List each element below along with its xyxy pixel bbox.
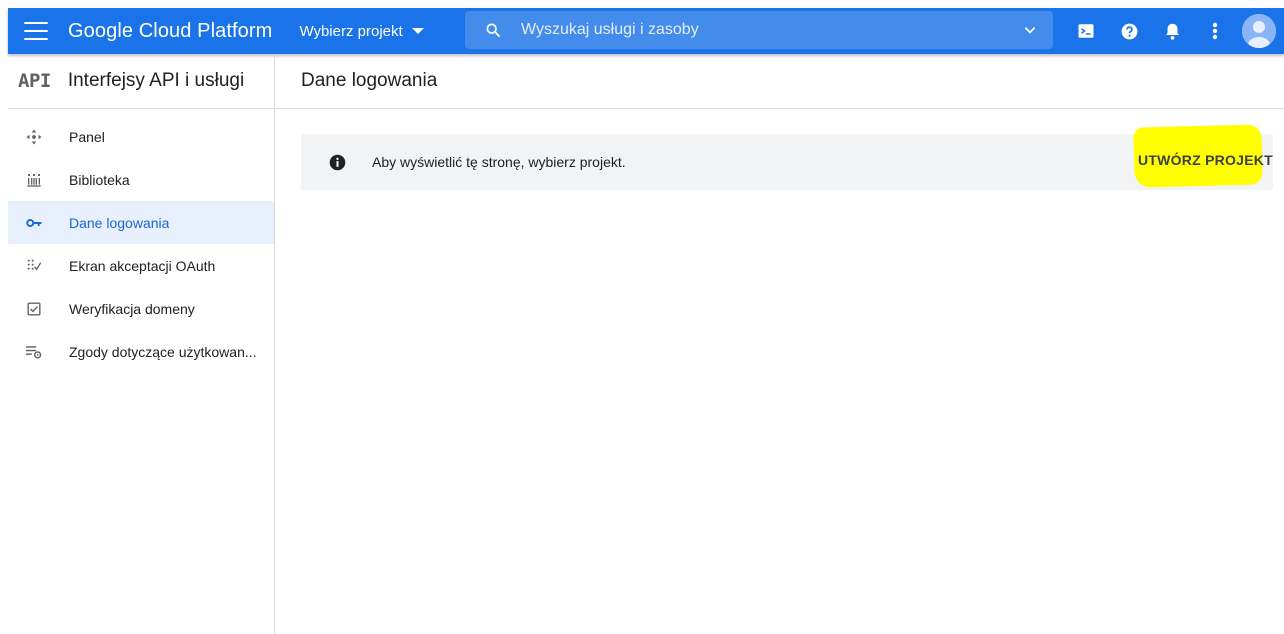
more-vert-icon[interactable] (1205, 21, 1225, 41)
sidebar-nav: Panel Biblioteka Dane logowania Ekran ak… (8, 115, 274, 373)
project-picker-label: Wybierz projekt (299, 22, 403, 40)
sidebar-item-domain-verification[interactable]: Weryfikacja domeny (8, 287, 274, 330)
search-bar[interactable] (465, 11, 1053, 49)
sidebar-title: Interfejsy API i usługi (67, 70, 245, 91)
page-title: Dane logowania (301, 70, 438, 91)
sidebar-item-label: Biblioteka (69, 171, 130, 188)
main-header: Dane logowania (276, 54, 1284, 109)
sidebar-item-label: Dane logowania (69, 214, 170, 231)
sidebar-item-panel[interactable]: Panel (8, 115, 274, 158)
project-picker[interactable]: Wybierz projekt (299, 22, 424, 40)
dashboard-icon (25, 128, 43, 146)
sidebar-item-label: Weryfikacja domeny (69, 300, 195, 317)
sidebar-item-label: Zgody dotyczące użytkowan... (69, 343, 257, 360)
api-logo: API (18, 70, 51, 92)
create-project-button[interactable]: UTWÓRZ PROJEKT (1138, 142, 1273, 178)
bell-icon[interactable] (1162, 21, 1182, 41)
terminal-icon[interactable] (1076, 21, 1096, 41)
search-input[interactable] (521, 11, 1001, 49)
sidebar: API Interfejsy API i usługi Panel Biblio… (8, 54, 275, 634)
checkbox-icon (25, 300, 43, 318)
info-banner: Aby wyświetlić tę stronę, wybierz projek… (301, 124, 1273, 190)
menu-icon[interactable] (24, 22, 48, 40)
oauth-icon (25, 257, 43, 275)
sidebar-item-oauth-consent[interactable]: Ekran akceptacji OAuth (8, 244, 274, 287)
info-icon (329, 154, 346, 170)
banner-message: Aby wyświetlić tę stronę, wybierz projek… (372, 154, 626, 170)
brand-title[interactable]: Google Cloud Platform (68, 20, 272, 43)
sidebar-item-library[interactable]: Biblioteka (8, 158, 274, 201)
chevron-down-icon[interactable] (1023, 23, 1037, 37)
sidebar-item-label: Panel (69, 128, 105, 145)
account-avatar[interactable] (1242, 14, 1276, 48)
main-content: Dane logowania Aby wyświetlić tę stronę,… (276, 54, 1284, 634)
sidebar-header: API Interfejsy API i usługi (8, 54, 274, 109)
top-actions (1053, 8, 1284, 54)
key-icon (25, 214, 43, 232)
search-icon (486, 23, 500, 37)
settings-list-icon (25, 343, 43, 361)
sidebar-item-user-consents[interactable]: Zgody dotyczące użytkowan... (8, 330, 274, 373)
help-icon[interactable] (1119, 21, 1139, 41)
top-app-bar: Google Cloud Platform Wybierz projekt (8, 8, 1284, 54)
library-icon (25, 171, 43, 189)
sidebar-item-label: Ekran akceptacji OAuth (69, 257, 216, 274)
caret-down-icon (411, 28, 424, 34)
sidebar-item-credentials[interactable]: Dane logowania (8, 201, 274, 244)
